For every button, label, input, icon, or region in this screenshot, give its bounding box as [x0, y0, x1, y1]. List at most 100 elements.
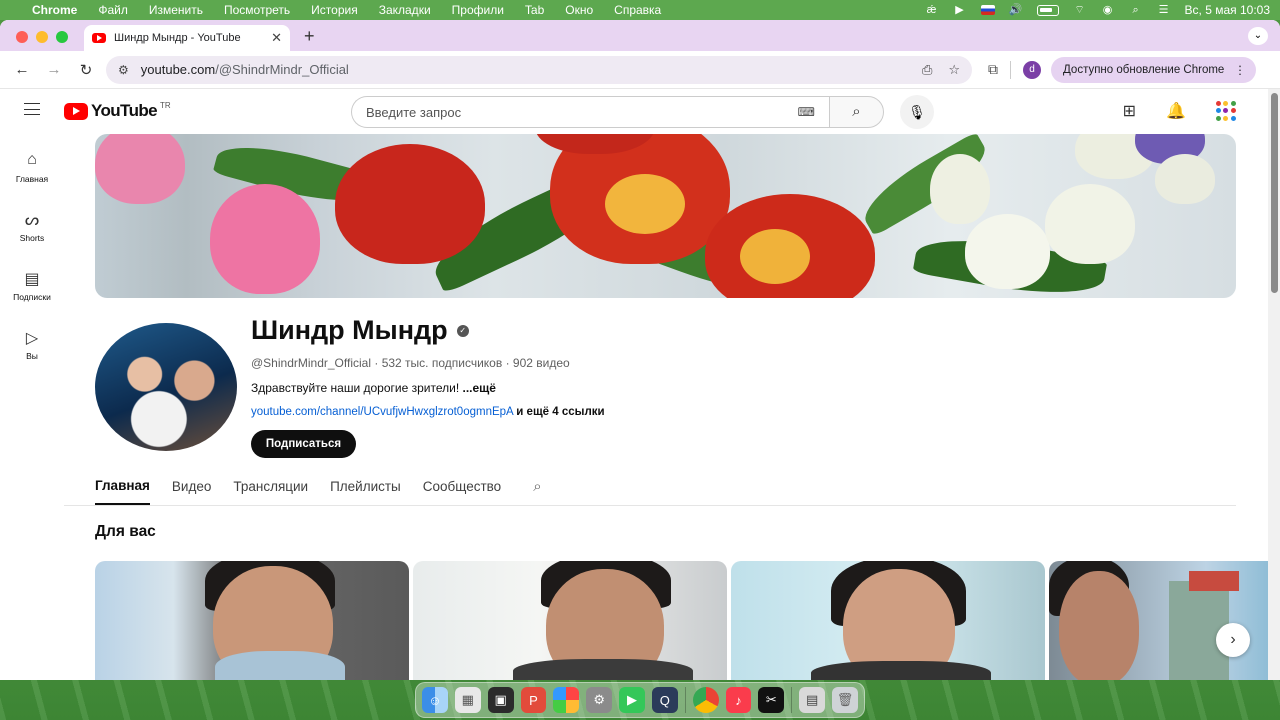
subscriber-count: 532 тыс. подписчиков	[381, 356, 503, 370]
you-icon: ▷	[25, 330, 39, 347]
keyboard-icon[interactable]: ⌨	[798, 105, 815, 119]
masthead-actions: ⊞ 🔔	[1123, 101, 1236, 121]
facetime-icon[interactable]: ▶	[619, 687, 645, 713]
video-thumbnail[interactable]	[95, 561, 409, 680]
photos-icon[interactable]	[553, 687, 580, 713]
tab-live[interactable]: Трансляции	[233, 479, 308, 504]
system-settings-icon[interactable]: ⚙	[586, 687, 613, 713]
mini-guide: ⌂ Главная ᔕ Shorts ▤ Подписки ▷ Вы	[0, 143, 64, 379]
verified-check-icon: ✓	[456, 324, 469, 337]
channel-info: Шиндр Мындр ✓ @ShindrMindr_Official · 53…	[251, 315, 605, 458]
youtube-masthead: YouTube TR Введите запрос ⌨ ⌕ 🎙 ⊞ 🔔	[0, 89, 1280, 133]
dock-separator	[684, 687, 686, 713]
launchpad-icon[interactable]: ▦	[454, 687, 481, 713]
subscribe-button[interactable]: Подписаться	[251, 430, 356, 458]
hamburger-menu-icon[interactable]	[24, 103, 40, 115]
mission-control-icon[interactable]: ▣	[487, 687, 514, 713]
forward-arrow-icon[interactable]: →	[42, 61, 66, 78]
wifi-icon[interactable]: ⌔	[1073, 4, 1087, 16]
browser-tab-youtube[interactable]: Шиндр Мындр - YouTube ✕	[84, 25, 290, 51]
control-center-icon[interactable]: ☰	[1157, 4, 1171, 16]
close-window-button[interactable]	[16, 31, 28, 43]
channel-url-link[interactable]: youtube.com/channel/UCvufjwHwxglzrot0ogm…	[251, 406, 513, 418]
downloads-stack-icon[interactable]: ▤	[799, 687, 826, 713]
user-icon[interactable]: ◉	[1101, 4, 1115, 16]
script-icon[interactable]: ǽ	[925, 4, 939, 16]
microphone-icon[interactable]: 🎙	[900, 95, 934, 129]
trash-icon[interactable]: 🗑	[832, 687, 858, 713]
quicktime-icon[interactable]: Q	[651, 687, 678, 713]
channel-tabs: Главная Видео Трансляции Плейлисты Сообщ…	[95, 478, 542, 505]
back-arrow-icon[interactable]: ←	[10, 61, 34, 78]
address-bar[interactable]: ⚙ youtube.com/@ShindrMindr_Official ⎙ ☆	[106, 55, 972, 84]
presentation-app-icon[interactable]: P	[520, 687, 547, 713]
youtube-logo[interactable]: YouTube TR	[64, 101, 171, 121]
shorts-icon: ᔕ	[24, 212, 40, 229]
music-icon[interactable]: ♪	[725, 687, 752, 713]
tab-community[interactable]: Сообщество	[423, 479, 501, 504]
finder-icon[interactable]: ☺	[422, 687, 448, 713]
scrollbar-thumb[interactable]	[1271, 93, 1278, 293]
video-thumbnail[interactable]	[731, 561, 1045, 680]
chrome-update-button[interactable]: Доступно обновление Chrome ⋮	[1051, 56, 1256, 83]
site-settings-icon[interactable]: ⚙	[118, 63, 129, 77]
minimize-window-button[interactable]	[36, 31, 48, 43]
youtube-page: YouTube TR Введите запрос ⌨ ⌕ 🎙 ⊞ 🔔 ⌂ Гл…	[0, 89, 1280, 680]
video-thumbnail[interactable]	[413, 561, 727, 680]
tab-strip: Шиндр Мындр - YouTube ✕ + ⌄	[0, 20, 1280, 51]
tab-videos[interactable]: Видео	[172, 479, 211, 504]
home-icon: ⌂	[27, 151, 37, 168]
sidebar-item-you[interactable]: ▷ Вы	[0, 320, 64, 379]
zoom-window-button[interactable]	[56, 31, 68, 43]
menu-help[interactable]: Справка	[614, 3, 661, 17]
create-video-icon[interactable]: ⊞	[1123, 101, 1136, 121]
menu-edit[interactable]: Изменить	[149, 3, 203, 17]
chrome-icon[interactable]	[692, 687, 719, 713]
menu-window[interactable]: Окно	[565, 3, 593, 17]
play-icon[interactable]: ▶	[953, 4, 967, 16]
page-scrollbar[interactable]	[1268, 89, 1280, 680]
russian-flag-icon[interactable]	[980, 5, 995, 15]
subscriptions-icon: ▤	[24, 271, 40, 288]
install-app-icon[interactable]: ⎙	[922, 62, 932, 78]
video-count: 902 видео	[512, 356, 570, 370]
bookmark-star-icon[interactable]: ☆	[948, 62, 960, 78]
tab-search-chevron-icon[interactable]: ⌄	[1248, 27, 1268, 45]
menu-view[interactable]: Посмотреть	[224, 3, 290, 17]
video-thumbnail[interactable]	[1049, 561, 1280, 680]
account-avatar-icon[interactable]	[1216, 101, 1236, 121]
menu-bookmarks[interactable]: Закладки	[379, 3, 431, 17]
search-input[interactable]: Введите запрос ⌨	[351, 96, 829, 128]
menu-history[interactable]: История	[311, 3, 358, 17]
profile-avatar[interactable]: d	[1023, 60, 1041, 79]
new-tab-plus-icon[interactable]: +	[304, 26, 315, 47]
sidebar-item-shorts[interactable]: ᔕ Shorts	[0, 202, 64, 261]
address-url[interactable]: youtube.com/@ShindrMindr_Official	[141, 62, 922, 77]
channel-avatar[interactable]	[95, 323, 237, 451]
menu-profiles[interactable]: Профили	[452, 3, 504, 17]
reload-icon[interactable]: ↻	[74, 61, 98, 79]
capcut-icon[interactable]: ✂	[758, 687, 785, 713]
menu-file[interactable]: Файл	[98, 3, 128, 17]
menubar: Chrome Файл Изменить Посмотреть История …	[0, 0, 1280, 20]
battery-icon[interactable]	[1036, 4, 1059, 16]
sidebar-item-home[interactable]: ⌂ Главная	[0, 143, 64, 202]
shelf-next-chevron-icon[interactable]: ›	[1216, 623, 1250, 657]
search-button[interactable]: ⌕	[829, 96, 884, 128]
menu-tab[interactable]: Tab	[525, 3, 544, 17]
notifications-bell-icon[interactable]: 🔔	[1166, 101, 1186, 121]
extensions-puzzle-icon[interactable]: ⧉	[988, 61, 998, 78]
spotlight-search-icon[interactable]: ⌕	[1129, 4, 1143, 16]
channel-search-icon[interactable]: ⌕	[533, 478, 541, 505]
menu-app-chrome[interactable]: Chrome	[32, 3, 77, 17]
dock-separator	[791, 687, 793, 713]
more-links[interactable]: и ещё 4 ссылки	[516, 406, 604, 418]
menubar-datetime[interactable]: Вс, 5 мая 10:03	[1185, 3, 1270, 17]
channel-description[interactable]: Здравствуйте наши дорогие зрители! ...ещ…	[251, 381, 605, 395]
tab-playlists[interactable]: Плейлисты	[330, 479, 401, 504]
close-tab-icon[interactable]: ✕	[271, 30, 282, 46]
sidebar-item-subscriptions[interactable]: ▤ Подписки	[0, 261, 64, 320]
description-more-link[interactable]: ...ещё	[463, 381, 496, 395]
tab-home[interactable]: Главная	[95, 478, 150, 505]
volume-icon[interactable]: 🔊	[1009, 4, 1023, 16]
